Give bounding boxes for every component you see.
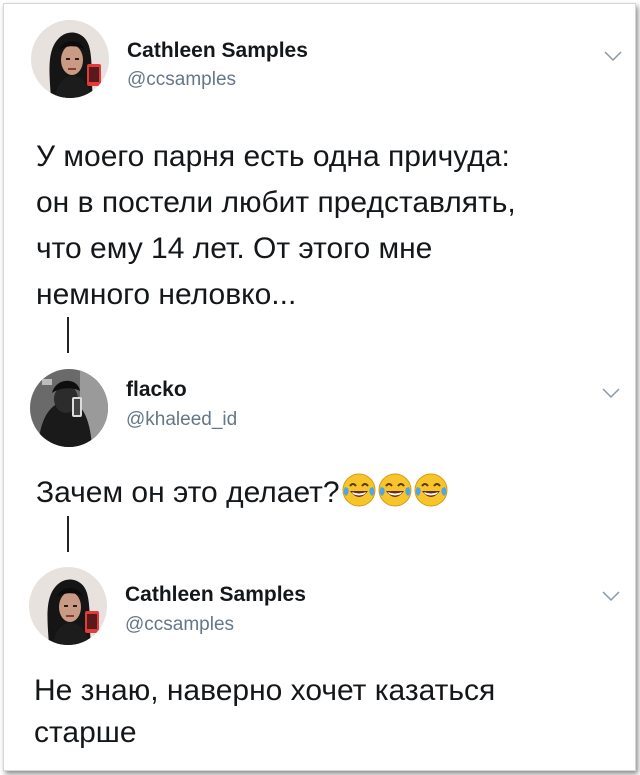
tweet-text-line: Не знаю, наверно хочет казаться xyxy=(34,674,496,707)
screenshot-frame: Cathleen Samples @ccsamples У моего парн… xyxy=(3,3,636,771)
emoji-face-with-tears-of-joy-icon xyxy=(376,473,412,509)
emoji-face-with-tears-of-joy-icon xyxy=(412,473,448,509)
tweet-text-line: старше xyxy=(34,716,137,749)
avatar[interactable] xyxy=(31,20,109,98)
thread-connector-line xyxy=(67,317,69,353)
tweet-text-line: немного неловко... xyxy=(36,278,297,311)
display-name[interactable]: Cathleen Samples xyxy=(125,583,306,607)
user-handle[interactable]: @khaleed_id xyxy=(126,409,237,431)
avatar[interactable] xyxy=(29,567,107,645)
display-name[interactable]: flacko xyxy=(126,378,187,402)
chevron-down-icon[interactable] xyxy=(604,50,622,62)
tweet-text-line: У моего парня есть одна причуда: xyxy=(36,140,510,173)
tweet-text: Зачем он это делает? xyxy=(36,476,340,509)
tweet-text-line: он в постели любит представлять, xyxy=(36,186,516,219)
display-name[interactable]: Cathleen Samples xyxy=(127,39,308,63)
avatar[interactable] xyxy=(30,369,108,447)
tweet-text-line: Зачем он это делает? xyxy=(36,472,448,514)
user-handle[interactable]: @ccsamples xyxy=(125,614,234,636)
tweet-text-line: что ему 14 лет. От этого мне xyxy=(36,232,433,265)
thread-connector-line xyxy=(67,516,69,552)
chevron-down-icon[interactable] xyxy=(602,387,620,399)
user-handle[interactable]: @ccsamples xyxy=(127,69,236,91)
emoji-face-with-tears-of-joy-icon xyxy=(340,473,376,509)
chevron-down-icon[interactable] xyxy=(602,590,620,602)
